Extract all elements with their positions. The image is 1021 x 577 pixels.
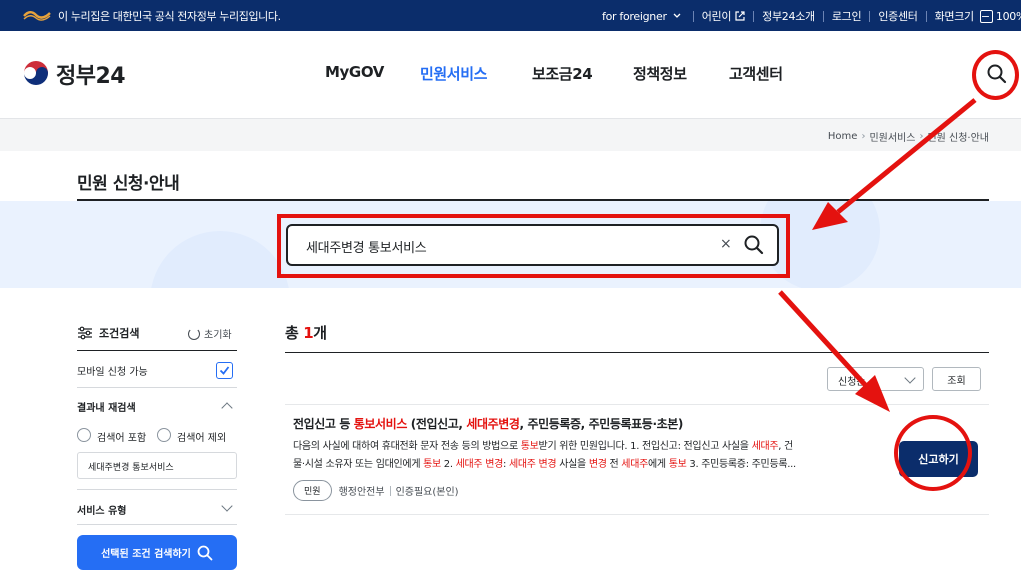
result-tag: 민원 — [293, 480, 332, 501]
sort-select-value: 신청순 — [838, 377, 866, 388]
service-type-title[interactable]: 서비스 유형 — [77, 502, 126, 517]
zoom-value: 100% — [995, 9, 1021, 23]
text-segment: , 주민등록증, 주민등록표등·초본) — [519, 417, 684, 431]
result-agency: 행정안전부 — [338, 487, 385, 498]
refresh-icon — [188, 327, 200, 340]
radio-exclude[interactable] — [157, 428, 171, 442]
result-auth: 인증필요(본인) — [395, 487, 459, 498]
link-zoom: 화면크기 — [934, 10, 975, 23]
text-segment: 사실을 — [556, 459, 589, 470]
brand-name: 정부24 — [56, 64, 126, 89]
breadcrumb-current: 민원 신청·안내 — [927, 133, 989, 144]
utility-links: for foreigner 어린이 정부24소개 로그인 인증센터 화면크기 −… — [602, 8, 1021, 24]
nav-customer-center[interactable]: 고객센터 — [729, 63, 783, 84]
link-kids[interactable]: 어린이 — [702, 8, 732, 24]
highlight-text: 통보서비스 — [353, 417, 408, 431]
radio-exclude-label: 검색어 제외 — [177, 433, 227, 444]
annotation-circle-search — [972, 50, 1019, 100]
page-title: 민원 신청·안내 — [77, 174, 180, 194]
link-foreigner[interactable]: for foreigner — [602, 10, 667, 23]
chevron-up-icon[interactable] — [221, 402, 233, 414]
external-link-icon — [735, 11, 745, 21]
nav-mygov[interactable]: MyGOV — [325, 63, 384, 81]
result-title[interactable]: 전입신고 등 통보서비스 (전입신고, 세대주변경, 주민등록증, 주민등록표등… — [293, 415, 683, 432]
highlight-text: 세대주 — [621, 459, 648, 470]
annotation-box-search — [277, 214, 790, 278]
apply-filter-label: 선택된 조건 검색하기 — [101, 549, 191, 560]
nav-subsidy[interactable]: 보조금24 — [532, 63, 593, 84]
re-search-title: 결과내 재검색 — [77, 403, 136, 414]
highlight-text: 세대주 변경 — [455, 459, 504, 470]
text-segment: 에게 — [648, 459, 669, 470]
link-login[interactable]: 로그인 — [832, 8, 862, 24]
chevron-down-icon[interactable] — [221, 500, 233, 512]
text-segment: 전입신고 등 — [293, 417, 354, 431]
link-about[interactable]: 정부24소개 — [762, 8, 815, 24]
text-segment: (전입신고, — [406, 417, 467, 431]
mobile-filter-checkbox[interactable] — [216, 362, 233, 379]
check-icon — [219, 366, 230, 375]
filter-icon — [78, 326, 92, 340]
highlight-text: 세대주 변경 — [508, 459, 557, 470]
nav-policy[interactable]: 정책정보 — [633, 63, 687, 84]
chevron-down-icon — [904, 372, 916, 384]
filter-title: 조건검색 — [77, 325, 139, 341]
re-search-input[interactable]: 세대주변경 통보서비스 — [77, 452, 237, 479]
highlight-text: 세대주변경 — [466, 417, 520, 431]
gov-notice: 이 누리집은 대한민국 공식 전자정부 누리집입니다. — [58, 10, 281, 23]
link-auth-center[interactable]: 인증센터 — [878, 8, 918, 24]
text-segment: , 건 — [778, 441, 793, 452]
result-description: 다음의 사실에 대하여 휴대전화 문자 전송 등의 방법으로 통보받기 위한 민… — [293, 438, 883, 474]
text-segment: 2. — [440, 459, 456, 470]
emblem-icon — [23, 11, 51, 21]
radio-include-label: 검색어 포함 — [97, 433, 147, 444]
text-segment: 물·시설 소유자 또는 임대인에게 — [293, 459, 424, 470]
result-count: 총 1개 — [285, 324, 327, 342]
filter-title-label: 조건검색 — [99, 327, 140, 340]
radio-include[interactable] — [77, 428, 91, 442]
highlight-text: 통보 — [668, 459, 687, 470]
filter-divider — [77, 350, 237, 351]
taegeuk-logo-icon — [23, 61, 49, 87]
result-divider — [285, 352, 989, 353]
sort-select[interactable]: 신청순 — [827, 367, 924, 391]
reset-button[interactable]: 초기화 — [188, 326, 232, 341]
highlight-text: 세대주 — [751, 441, 779, 452]
annotation-circle-report — [894, 415, 972, 491]
highlight-text: 변경 — [588, 459, 607, 470]
highlight-text: 통보 — [423, 459, 441, 470]
gov-banner: 이 누리집은 대한민국 공식 전자정부 누리집입니다. for foreigne… — [0, 0, 1021, 31]
zoom-out-button[interactable]: − — [979, 9, 993, 23]
breadcrumb-home[interactable]: Home — [828, 131, 858, 142]
reset-label: 초기화 — [204, 330, 232, 341]
text-segment: 전 — [606, 459, 622, 470]
breadcrumb: Home › 민원서비스 › 민원 신청·안내 — [0, 119, 1021, 151]
highlight-text: 통보 — [520, 441, 539, 452]
nav-civil-service[interactable]: 민원서비스 — [420, 63, 487, 84]
chevron-down-icon — [673, 13, 681, 18]
text-segment: 3. 주민등록증: 주민등록... — [686, 459, 796, 470]
text-segment: 다음의 사실에 대하여 휴대전화 문자 전송 등의 방법으로 — [293, 441, 521, 452]
site-header: 정부24 MyGOV 민원서비스 보조금24 정책정보 고객센터 — [0, 31, 1021, 119]
lookup-button[interactable]: 조회 — [932, 367, 981, 391]
page-root: 이 누리집은 대한민국 공식 전자정부 누리집입니다. for foreigne… — [0, 0, 1021, 577]
breadcrumb-civil-service[interactable]: 민원서비스 — [869, 129, 915, 144]
text-segment: 받기 위한 민원입니다. 1. 전입신고: 전입신고 사실을 — [538, 441, 752, 452]
mobile-filter-label: 모바일 신청 가능 — [77, 367, 148, 378]
brand-logo[interactable]: 정부24 — [22, 58, 126, 90]
result-meta: 민원 행정안전부 인증필요(본인) — [293, 480, 459, 501]
search-icon — [197, 545, 213, 560]
apply-filter-button[interactable]: 선택된 조건 검색하기 — [77, 535, 237, 570]
